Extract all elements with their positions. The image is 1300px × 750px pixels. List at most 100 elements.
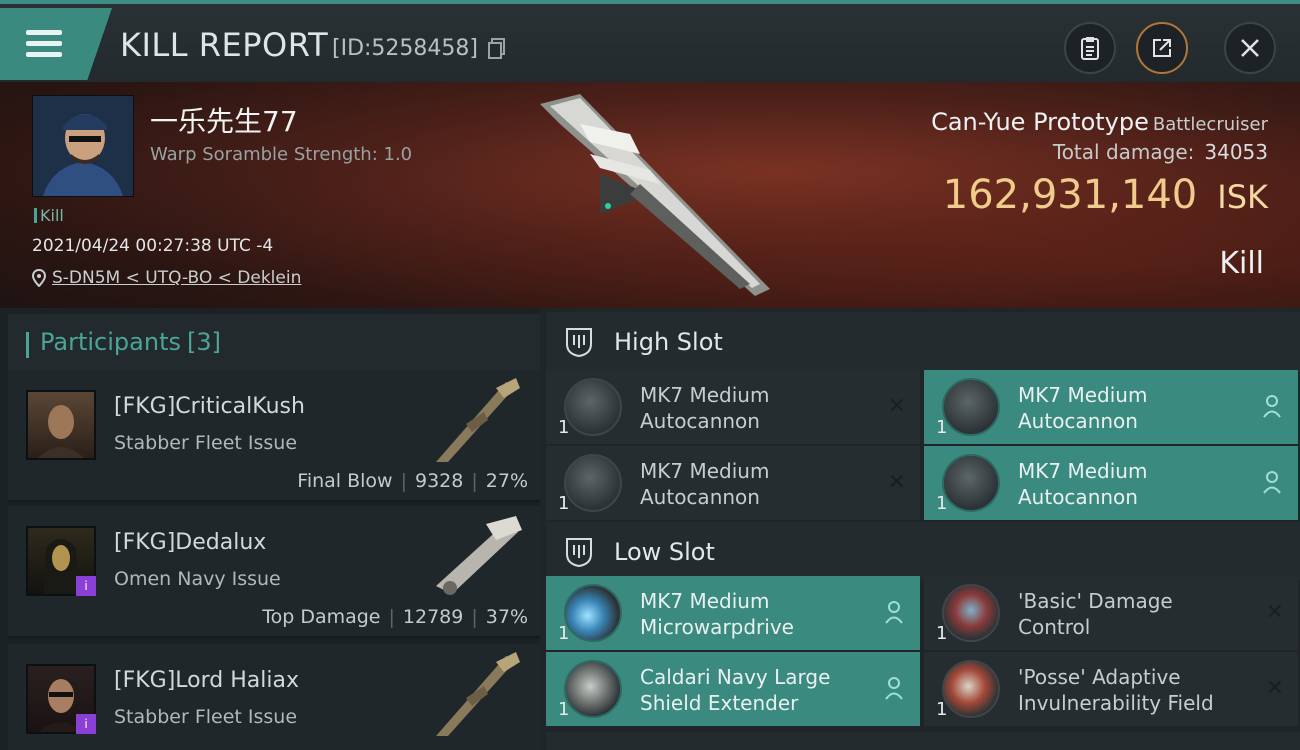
total-damage-label: Total damage:: [1052, 140, 1195, 164]
module-name-line2: Autocannon: [1018, 409, 1138, 433]
module-slot[interactable]: 1 MK7 Medium Autocannon ✕: [546, 446, 920, 520]
participant-ship-image: [436, 378, 520, 462]
dropped-person-icon: [885, 601, 903, 624]
module-name: MK7 Medium Autocannon: [640, 458, 860, 510]
destroyed-icon: ✕: [887, 394, 906, 419]
module-name-line1: MK7 Medium: [1018, 383, 1148, 407]
microwarpdrive-icon: [564, 584, 622, 642]
damage-control-icon: [942, 584, 1000, 642]
module-qty: 1: [936, 493, 948, 514]
kill-banner: 一乐先生77 Warp Soramble Strength: 1.0 Kill …: [0, 82, 1300, 308]
participant-ship: Omen Navy Issue: [114, 568, 281, 590]
participant-row[interactable]: i [FKG]Dedalux Omen Navy Issue Top Damag…: [8, 506, 540, 638]
module-slot[interactable]: 1 MK7 Medium Autocannon: [924, 370, 1298, 444]
page-title: KILL REPORT: [120, 26, 329, 64]
destroyed-icon: ✕: [1265, 600, 1284, 625]
copy-icon[interactable]: [488, 38, 506, 60]
victim-name: 一乐先生77: [150, 105, 298, 138]
high-slot-header: High Slot: [546, 312, 1300, 370]
total-damage: Total damage: 34053: [1053, 140, 1268, 164]
module-name-line2: Control: [1018, 615, 1091, 639]
high-slot-label: High Slot: [614, 328, 723, 356]
module-name-line2: Shield Extender: [640, 691, 799, 715]
module-slot[interactable]: 1 MK7 Medium Microwarpdrive: [546, 576, 920, 650]
module-slot[interactable]: 1 MK7 Medium Autocannon ✕: [546, 370, 920, 444]
high-slot-icon: [566, 328, 592, 358]
clipboard-button[interactable]: [1064, 22, 1116, 74]
menu-button[interactable]: [0, 8, 112, 80]
kill-datetime: 2021/04/24 00:27:38 UTC -4: [32, 236, 274, 256]
module-slot[interactable]: 1 'Posse' Adaptive Invulnerability Field …: [924, 652, 1298, 726]
destroyed-icon: ✕: [887, 470, 906, 495]
participant-name: [FKG]CriticalKush: [114, 394, 305, 419]
participant-avatar[interactable]: i: [26, 526, 96, 596]
participant-damage: 9328: [415, 470, 464, 492]
share-icon: [1153, 39, 1171, 57]
module-name-line1: MK7 Medium: [640, 459, 770, 483]
invulnerability-field-icon: [942, 660, 1000, 718]
participants-count: [3]: [186, 328, 221, 356]
victim-ship-name: Can-Yue Prototype Battlecruiser: [931, 108, 1268, 136]
participant-stats: Top Damage | 12789 | 37%: [262, 606, 528, 628]
module-slot[interactable]: 1 'Basic' Damage Control ✕: [924, 576, 1298, 650]
top-bar: KILL REPORT [ID:5258458]: [0, 0, 1300, 82]
participant-percent: 27%: [485, 470, 528, 492]
module-name-line1: 'Posse' Adaptive: [1018, 665, 1181, 689]
kill-location[interactable]: S-DN5M < UTQ-BO < Deklein: [32, 268, 301, 288]
autocannon-icon: [564, 454, 622, 512]
share-button[interactable]: [1136, 22, 1188, 74]
module-name: MK7 Medium Autocannon: [640, 382, 860, 434]
participant-avatar[interactable]: i: [26, 664, 96, 734]
location-link[interactable]: S-DN5M < UTQ-BO < Deklein: [52, 268, 301, 288]
participants-panel: Participants [3] [FKG]CriticalKush Stabbe…: [0, 308, 540, 750]
fitting-panel: High Slot 1 MK7 Medium Autocannon ✕ 1 MK7…: [540, 308, 1300, 750]
kill-tag: Kill: [34, 206, 64, 225]
module-qty: 1: [558, 493, 570, 514]
participant-ship-image: [436, 516, 522, 595]
participant-percent: 37%: [485, 606, 528, 628]
dropped-person-icon: [885, 677, 903, 700]
kill-result: Kill: [1219, 246, 1264, 281]
participant-row[interactable]: [FKG]CriticalKush Stabber Fleet Issue Fi…: [8, 370, 540, 502]
mid-slot-header: [546, 732, 1300, 750]
ship-name-text: Can-Yue Prototype: [931, 108, 1149, 136]
participant-avatar[interactable]: [26, 390, 96, 460]
participant-role: Final Blow: [297, 470, 393, 492]
module-name-line1: MK7 Medium: [1018, 459, 1148, 483]
victim-ship-image: [540, 94, 770, 296]
module-name: Caldari Navy Large Shield Extender: [640, 664, 860, 716]
participant-badge-icon: i: [76, 576, 96, 596]
module-name-line2: Invulnerability Field: [1018, 691, 1214, 715]
participants-label: Participants: [40, 328, 181, 356]
module-slot[interactable]: 1 Caldari Navy Large Shield Extender: [546, 652, 920, 726]
close-icon: [1241, 39, 1259, 57]
autocannon-icon: [564, 378, 622, 436]
low-slot-icon: [566, 538, 592, 568]
ship-class: Battlecruiser: [1152, 114, 1268, 135]
module-name: MK7 Medium Microwarpdrive: [640, 588, 860, 640]
participant-row[interactable]: i [FKG]Lord Haliax Stabber Fleet Issue: [8, 644, 540, 750]
isk-value: 162,931,140 ISK: [943, 172, 1268, 218]
module-name: 'Basic' Damage Control: [1018, 588, 1238, 640]
participants-header: Participants [3]: [8, 314, 540, 372]
module-name-line1: MK7 Medium: [640, 383, 770, 407]
total-damage-value: 34053: [1204, 140, 1268, 164]
module-name-line1: 'Basic' Damage: [1018, 589, 1173, 613]
participant-ship-image: [436, 652, 520, 736]
kill-id: [ID:5258458]: [332, 36, 478, 61]
low-slot-label: Low Slot: [614, 538, 715, 566]
participant-name: [FKG]Lord Haliax: [114, 668, 299, 693]
participant-ship: Stabber Fleet Issue: [114, 432, 298, 454]
destroyed-icon: ✕: [1265, 676, 1284, 701]
module-name-line2: Autocannon: [640, 485, 760, 509]
module-qty: 1: [936, 417, 948, 438]
module-qty: 1: [936, 699, 948, 720]
participant-damage: 12789: [402, 606, 464, 628]
module-slot[interactable]: 1 MK7 Medium Autocannon: [924, 446, 1298, 520]
low-slot-header: Low Slot: [546, 522, 1300, 580]
participant-ship: Stabber Fleet Issue: [114, 706, 298, 728]
module-qty: 1: [936, 623, 948, 644]
victim-avatar[interactable]: [32, 95, 134, 197]
close-button[interactable]: [1224, 22, 1276, 74]
shield-extender-icon: [564, 660, 622, 718]
